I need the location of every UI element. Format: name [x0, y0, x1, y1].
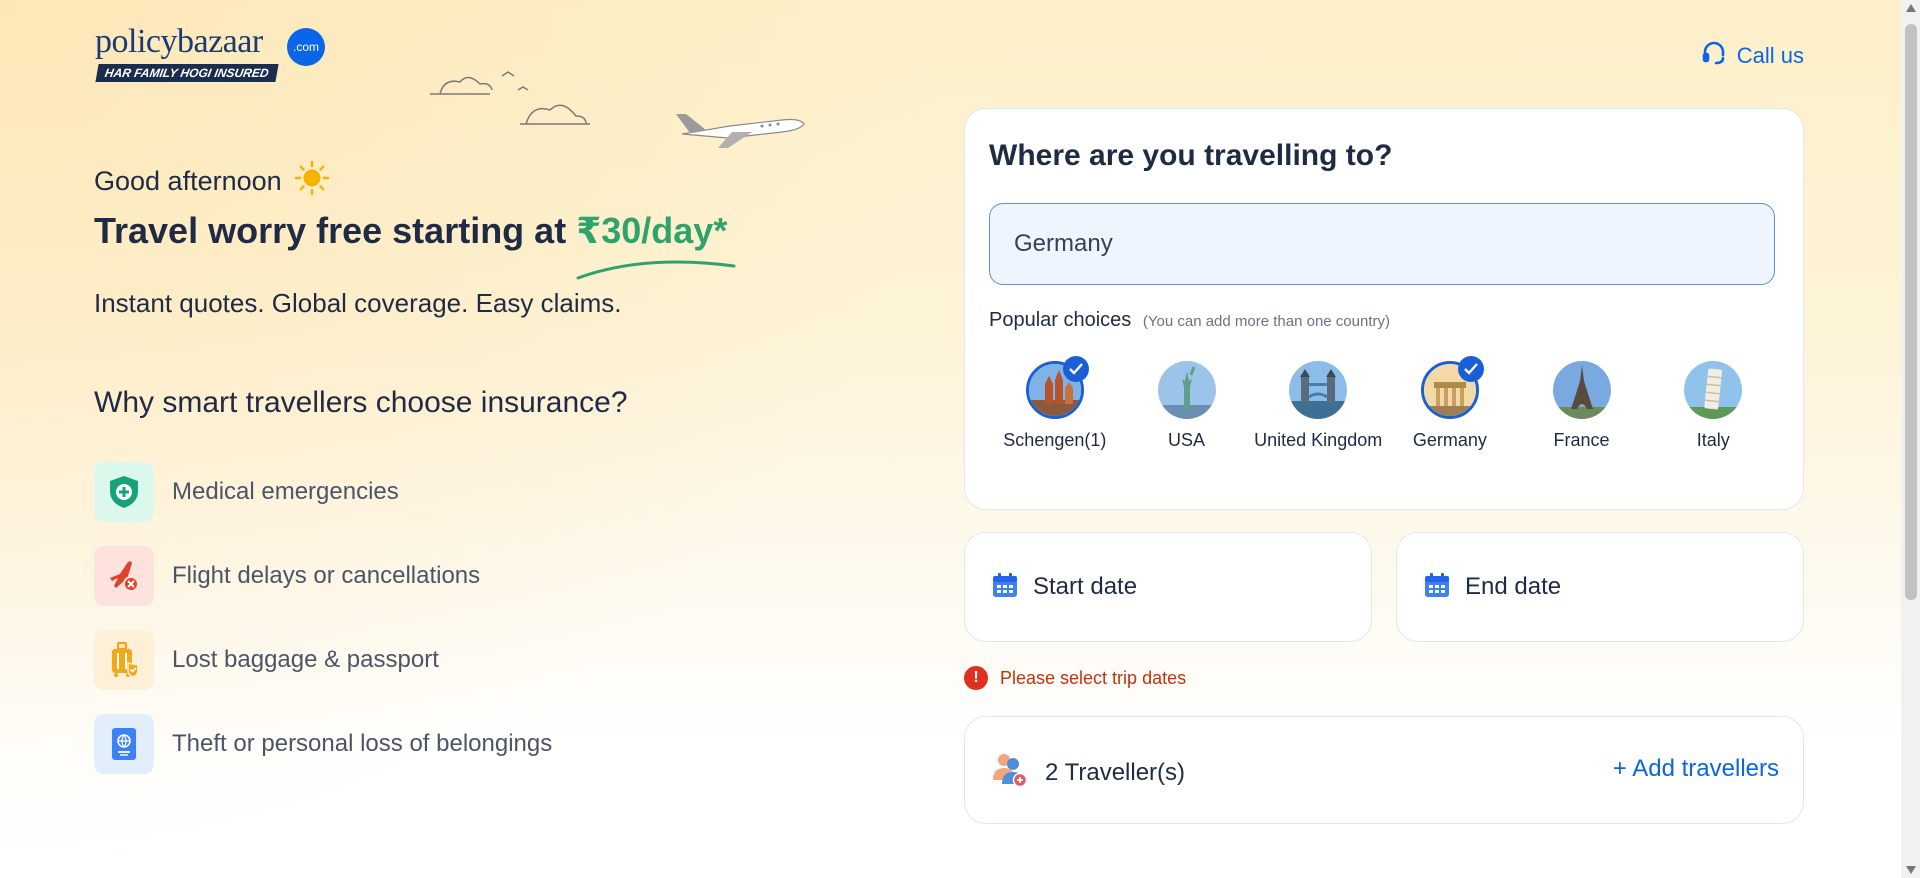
benefit-label: Medical emergencies [172, 478, 399, 505]
usa-thumbnail [1157, 361, 1216, 419]
country-choices: Schengen(1) USA United Kingdom Germany F… [989, 356, 1779, 454]
benefit-item: Medical emergencies [94, 462, 399, 522]
travellers-icon [991, 750, 1029, 795]
popular-hint: (You can add more than one country) [1142, 313, 1390, 330]
united-kingdom-thumbnail [1289, 361, 1348, 419]
start-date-label: Start date [1033, 573, 1138, 600]
traveller-count-label: 2 Traveller(s) [1045, 758, 1186, 786]
start-date-field[interactable]: Start date [964, 532, 1372, 642]
price-underline [576, 260, 736, 280]
add-travellers-button[interactable]: + Add travellers [1613, 755, 1779, 783]
logo-wordmark: policybazaar [95, 23, 263, 60]
country-label: Italy [1696, 430, 1730, 450]
hero-subtext: Instant quotes. Global coverage. Easy cl… [94, 288, 622, 318]
country-label: France [1553, 430, 1610, 450]
plane-clouds-illustration [430, 71, 805, 148]
error-icon: ! [964, 666, 988, 690]
destination-title: Where are you travelling to? [989, 139, 1393, 172]
benefit-label: Lost baggage & passport [172, 646, 439, 673]
why-title: Why smart travellers choose insurance? [94, 386, 628, 419]
country-choice-schengen[interactable]: Schengen(1) [989, 356, 1121, 454]
headline-prefix: Travel worry free starting at [94, 210, 577, 251]
error-text: Please select trip dates [1000, 667, 1187, 688]
hero-headline: Travel worry free starting at ₹30/day* [94, 210, 727, 252]
scroll-up-arrow[interactable] [1906, 4, 1916, 12]
scroll-thumb[interactable] [1905, 24, 1917, 600]
check-icon [1062, 356, 1089, 382]
call-us-link[interactable]: Call us [1701, 40, 1804, 72]
calendar-icon [991, 571, 1019, 604]
travellers-card: 2 Traveller(s) + Add travellers [964, 716, 1804, 824]
sun-icon [294, 160, 330, 203]
schengen-thumbnail [1025, 356, 1089, 419]
country-label: Germany [1412, 430, 1487, 450]
benefit-item: Theft or personal loss of belongings [94, 714, 552, 774]
traveller-count[interactable]: 2 Traveller(s) [991, 750, 1185, 795]
germany-thumbnail [1420, 356, 1484, 419]
scroll-down-arrow[interactable] [1906, 866, 1916, 874]
medical-shield-icon [94, 462, 154, 522]
logo[interactable]: policybazaar .com HAR FAMILY HOGI INSURE… [95, 22, 325, 82]
destination-card: Where are you travelling to? Germany Pop… [964, 108, 1804, 510]
benefit-label: Theft or personal loss of belongings [172, 730, 553, 757]
popular-label: Popular choices [989, 309, 1132, 331]
headline-price: ₹30/day* [576, 210, 728, 251]
country-choice-usa[interactable]: USA [1121, 361, 1253, 454]
date-error-message: ! Please select trip dates [964, 666, 1186, 690]
end-date-label: End date [1465, 573, 1562, 600]
popular-choices-label: Popular choices (You can add more than o… [989, 309, 1390, 332]
france-thumbnail [1552, 361, 1611, 419]
benefit-label: Flight delays or cancellations [172, 562, 481, 589]
call-us-label: Call us [1736, 43, 1804, 68]
country-label: Schengen(1) [1003, 430, 1107, 450]
country-label: USA [1168, 430, 1206, 450]
country-choice-united-kingdom[interactable]: United Kingdom [1252, 361, 1384, 454]
country-choice-germany[interactable]: Germany [1384, 356, 1516, 454]
benefit-item: Flight delays or cancellations [94, 546, 480, 606]
italy-thumbnail [1684, 361, 1743, 419]
destination-input[interactable]: Germany [989, 203, 1775, 285]
headset-icon [1701, 40, 1727, 72]
flight-cancel-icon [94, 546, 154, 606]
benefit-item: Lost baggage & passport [94, 630, 439, 690]
passport-icon [94, 714, 154, 774]
page-scrollbar[interactable] [1901, 0, 1920, 878]
baggage-icon [94, 630, 154, 690]
country-label: United Kingdom [1254, 430, 1383, 450]
logo-tagline: HAR FAMILY HOGI INSURED [95, 64, 279, 82]
greeting-text: Good afternoon [94, 166, 282, 196]
country-choice-france[interactable]: France [1516, 361, 1648, 454]
country-choice-italy[interactable]: Italy [1647, 361, 1779, 454]
check-icon [1457, 356, 1484, 382]
calendar-icon [1423, 571, 1451, 604]
end-date-field[interactable]: End date [1396, 532, 1804, 642]
logo-badge: .com [287, 28, 325, 66]
greeting: Good afternoon [94, 160, 330, 203]
